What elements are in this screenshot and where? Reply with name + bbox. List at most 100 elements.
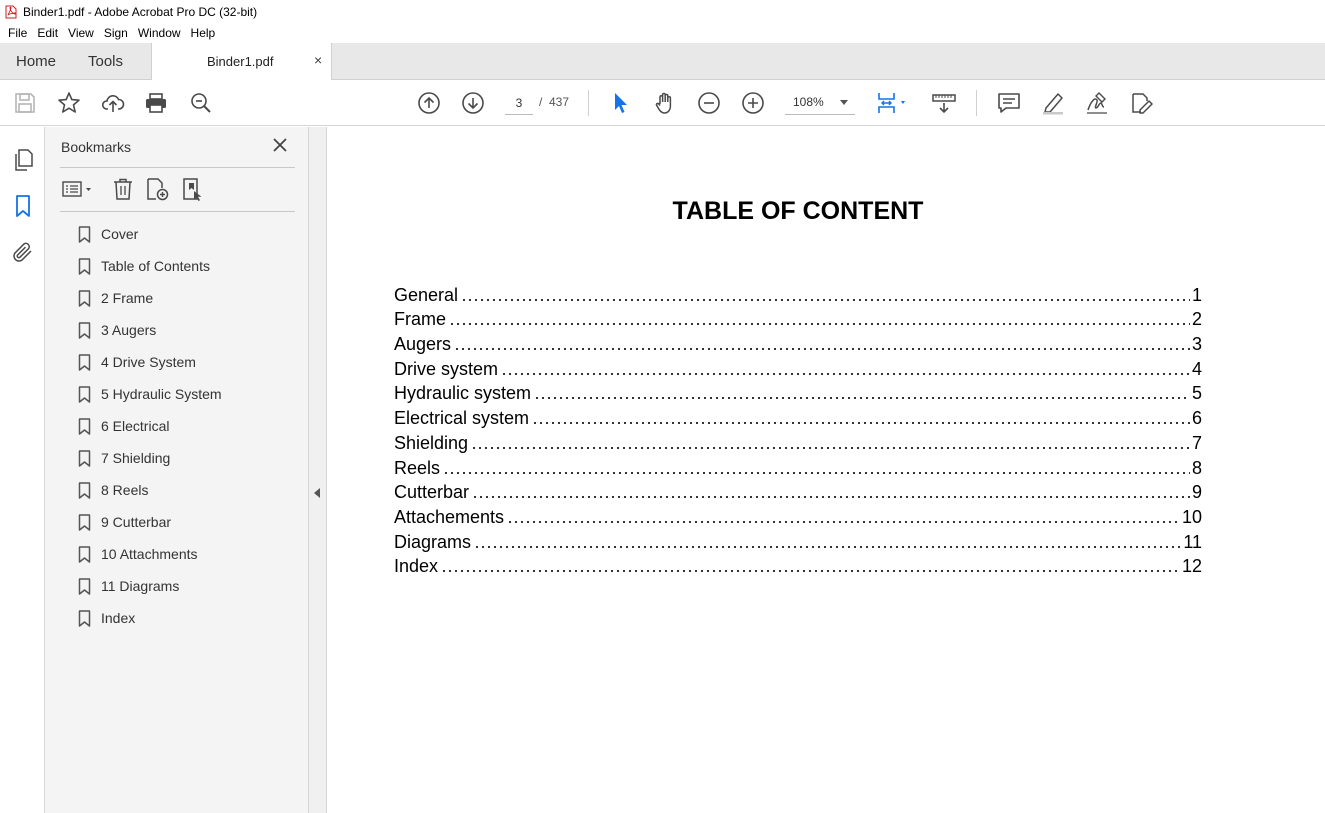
bookmark-item-hydraulic-system[interactable]: 5 Hydraulic System — [45, 378, 309, 410]
edit-pdf-icon[interactable] — [1129, 91, 1153, 115]
window-title: Binder1.pdf - Adobe Acrobat Pro DC (32-b… — [23, 4, 258, 19]
bookmark-label: 8 Reels — [101, 482, 149, 498]
toc-row: Frame 2 — [394, 306, 1202, 331]
table-of-contents: General 1 Frame 2 Augers 3 Drive system 4 Hy… — [394, 281, 1202, 577]
page-number-input[interactable] — [505, 91, 533, 115]
bookmark-label: 5 Hydraulic System — [101, 386, 222, 402]
toc-row: Drive system 4 — [394, 355, 1202, 380]
toc-page: 12 — [1181, 556, 1202, 577]
bookmark-item-reels[interactable]: 8 Reels — [45, 474, 309, 506]
comment-icon[interactable] — [997, 91, 1021, 115]
toc-page: 1 — [1191, 284, 1202, 305]
document-view[interactable]: TABLE OF CONTENT General 1 Frame 2 Augers 3… — [328, 127, 1325, 813]
close-icon[interactable] — [271, 136, 289, 154]
title-bar: Binder1.pdf - Adobe Acrobat Pro DC (32-b… — [0, 0, 1325, 23]
highlight-icon[interactable] — [1041, 91, 1065, 115]
document-tab-label: Binder1.pdf — [207, 54, 274, 69]
select-cursor-icon[interactable] — [609, 91, 633, 115]
panel-divider — [60, 211, 295, 212]
bookmark-item-index[interactable]: Index — [45, 602, 309, 634]
bookmark-label: 7 Shielding — [101, 450, 171, 466]
bookmark-item-frame[interactable]: 2 Frame — [45, 282, 309, 314]
toc-page: 7 — [1191, 432, 1202, 453]
menu-help[interactable]: Help — [186, 26, 221, 40]
zoom-in-icon[interactable] — [741, 91, 765, 115]
page-number-separator: / — [539, 95, 543, 109]
zoom-dropdown[interactable]: 108% — [785, 91, 855, 115]
sign-icon[interactable] — [1085, 91, 1109, 115]
menu-edit[interactable]: Edit — [32, 26, 63, 40]
bookmark-item-shielding[interactable]: 7 Shielding — [45, 442, 309, 474]
bookmark-icon — [78, 482, 91, 499]
bookmark-item-attachments[interactable]: 10 Attachments — [45, 538, 309, 570]
acrobat-pdf-icon — [5, 5, 17, 18]
left-navigation-rail — [0, 127, 45, 813]
toc-page: 4 — [1191, 358, 1202, 379]
delete-bookmark-icon[interactable] — [111, 177, 135, 201]
bookmark-icon — [78, 514, 91, 531]
menu-view[interactable]: View — [63, 26, 99, 40]
zoom-value: 108% — [793, 95, 824, 109]
menu-bar: File Edit View Sign Window Help — [0, 23, 1325, 43]
bookmark-item-cover[interactable]: Cover — [45, 218, 309, 250]
bookmark-item-cutterbar[interactable]: 9 Cutterbar — [45, 506, 309, 538]
bookmark-icon — [78, 258, 91, 275]
tab-document[interactable]: Binder1.pdf × — [151, 43, 332, 80]
toc-leader — [474, 545, 1182, 548]
toc-title: Cutterbar — [394, 482, 470, 503]
toc-page: 3 — [1191, 334, 1202, 355]
toc-title: Reels — [394, 457, 441, 478]
toolbar-separator — [976, 90, 977, 116]
bookmark-icon — [78, 226, 91, 243]
bookmark-icon — [78, 610, 91, 627]
toc-row: Reels 8 — [394, 454, 1202, 479]
bookmark-item-electrical[interactable]: 6 Electrical — [45, 410, 309, 442]
bookmarks-panel-title: Bookmarks — [61, 139, 132, 155]
toc-row: General 1 — [394, 281, 1202, 306]
toc-title: Attachements — [394, 506, 505, 527]
bookmark-item-table-of-contents[interactable]: Table of Contents — [45, 250, 309, 282]
bookmark-label: 3 Augers — [101, 322, 157, 338]
tab-tools[interactable]: Tools — [88, 43, 123, 80]
bookmark-item-diagrams[interactable]: 11 Diagrams — [45, 570, 309, 602]
attachments-icon[interactable] — [11, 240, 35, 264]
bookmark-label: 4 Drive System — [101, 354, 196, 370]
collapse-panel-icon[interactable] — [314, 488, 320, 498]
search-zoom-icon[interactable] — [189, 91, 213, 115]
menu-sign[interactable]: Sign — [99, 26, 133, 40]
toc-title: Electrical system — [394, 408, 530, 429]
menu-file[interactable]: File — [3, 26, 32, 40]
bookmark-item-augers[interactable]: 3 Augers — [45, 314, 309, 346]
bookmark-label: 10 Attachments — [101, 546, 198, 562]
page-fit-icon[interactable] — [876, 91, 910, 115]
toc-row: Shielding 7 — [394, 429, 1202, 454]
toc-title: Shielding — [394, 432, 469, 453]
new-bookmark-icon[interactable] — [145, 177, 169, 201]
toc-leader — [472, 496, 1190, 499]
print-icon[interactable] — [144, 91, 168, 115]
bookmark-icon — [78, 450, 91, 467]
toc-leader — [532, 422, 1190, 425]
bookmark-from-selection-icon[interactable] — [181, 177, 205, 201]
next-page-icon[interactable] — [461, 91, 485, 115]
bookmark-star-icon[interactable] — [57, 91, 81, 115]
toc-leader — [443, 471, 1190, 474]
hand-tool-icon[interactable] — [653, 91, 677, 115]
toc-leader — [454, 348, 1190, 351]
zoom-out-icon[interactable] — [697, 91, 721, 115]
bookmarks-icon[interactable] — [11, 194, 35, 218]
bookmark-item-drive-system[interactable]: 4 Drive System — [45, 346, 309, 378]
toc-row: Hydraulic system 5 — [394, 380, 1202, 405]
toc-title: Index — [394, 556, 439, 577]
previous-page-icon[interactable] — [417, 91, 441, 115]
page-thumbnails-icon[interactable] — [11, 148, 35, 172]
bookmark-list: Cover Table of Contents 2 Frame 3 Augers… — [45, 218, 309, 634]
panel-splitter[interactable] — [309, 127, 327, 813]
menu-window[interactable]: Window — [133, 26, 186, 40]
bookmark-options-icon[interactable] — [61, 177, 95, 201]
upload-cloud-icon[interactable] — [101, 91, 125, 115]
scrolling-mode-icon[interactable] — [932, 91, 956, 115]
tab-home[interactable]: Home — [16, 43, 56, 80]
close-tab-icon[interactable]: × — [314, 52, 322, 68]
save-icon[interactable] — [13, 91, 37, 115]
